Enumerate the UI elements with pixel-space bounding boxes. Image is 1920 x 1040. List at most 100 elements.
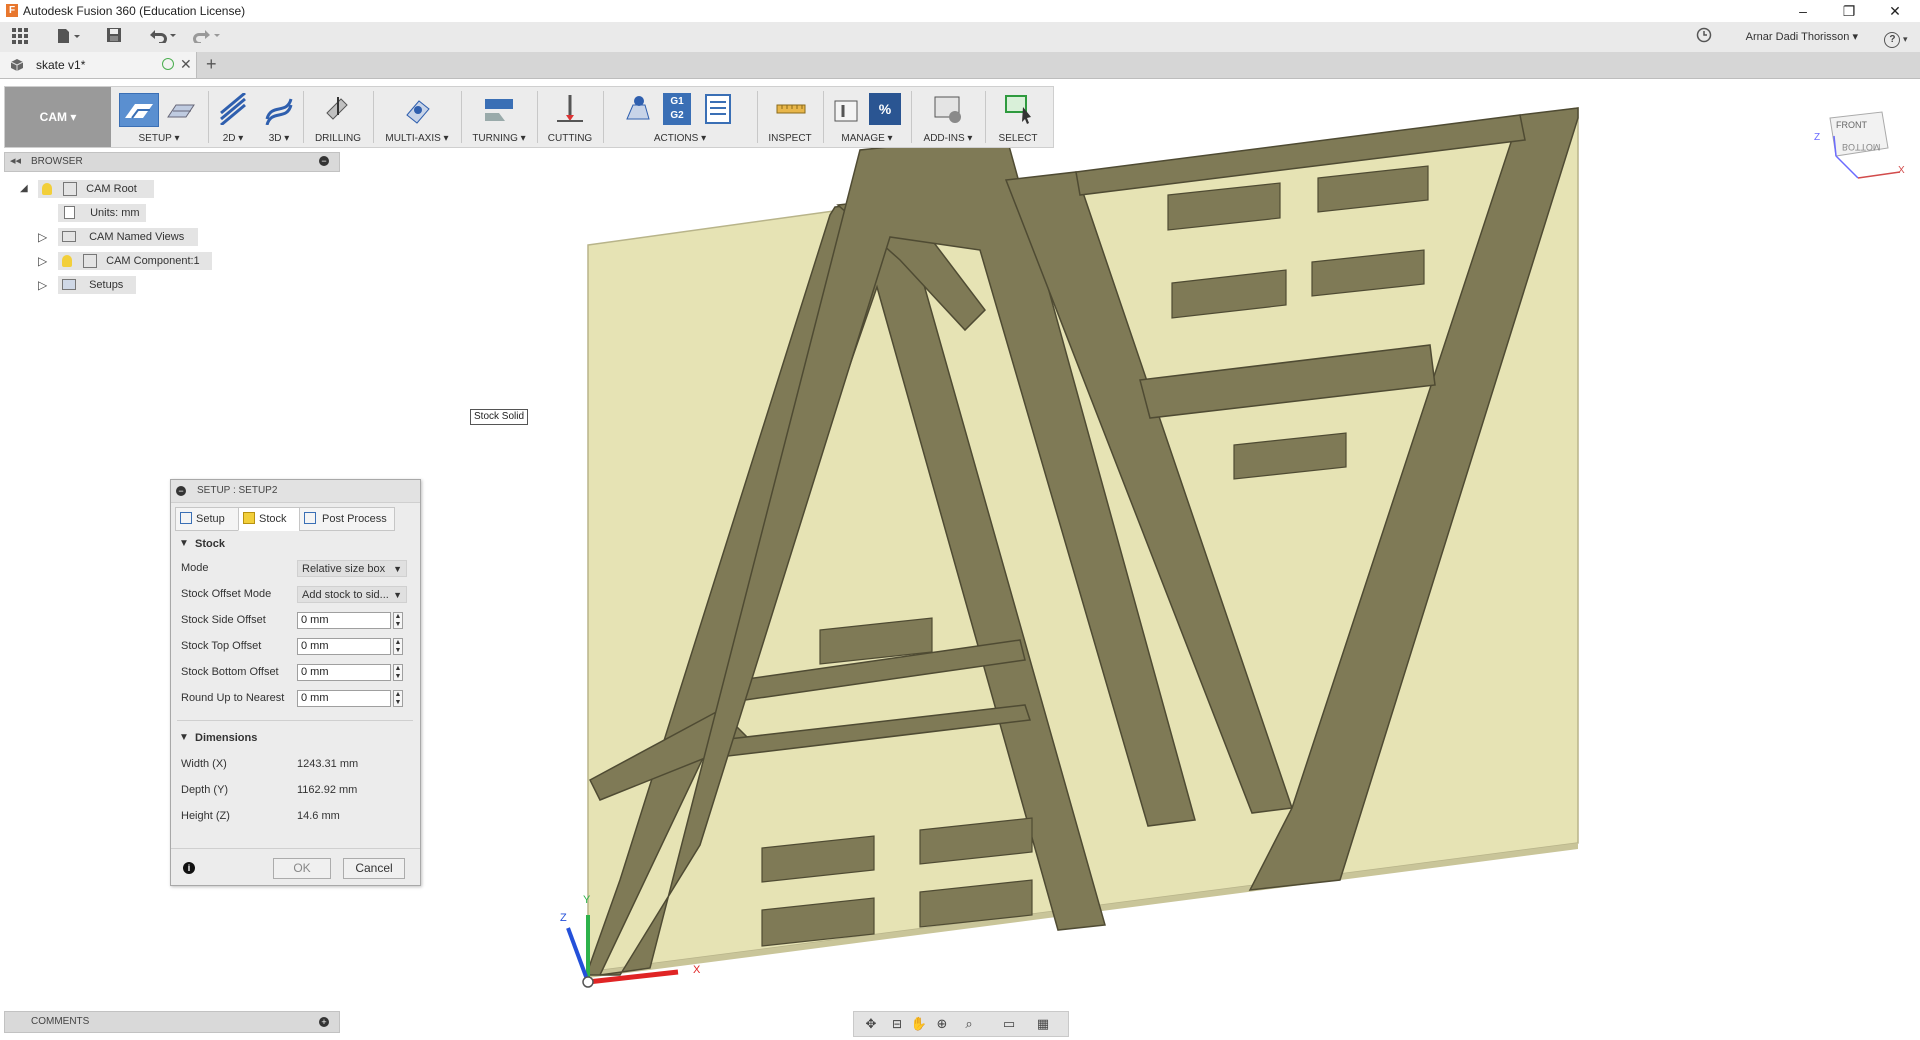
tree-node-units[interactable]: Units: mm [58,204,146,222]
2d-group[interactable]: 2D ▾ [211,87,255,147]
job-status-clock-icon[interactable] [1694,27,1714,47]
stock-top-offset-input[interactable]: 0 mm [297,638,391,655]
minimize-button[interactable]: – [1780,0,1826,22]
document-tab[interactable]: skate v1* ✕ [0,52,197,78]
cancel-button[interactable]: Cancel [343,858,405,879]
3d-group[interactable]: 3D ▾ [257,87,301,147]
mode-select[interactable]: Relative size box ▼ [297,560,407,577]
browser-header[interactable]: ◂◂ BROWSER − [4,152,340,172]
multi-axis-group[interactable]: MULTI-AXIS ▾ [375,87,459,147]
data-panel-grid-icon[interactable] [10,27,30,47]
tab-setup[interactable]: Setup [175,507,239,531]
ribbon-separator [461,91,462,143]
tree-row-component[interactable]: ▷ CAM Component:1 [18,252,318,270]
tab-stock[interactable]: Stock [238,507,300,531]
ribbon-separator [985,91,986,143]
manage-group[interactable]: % MANAGE ▾ [825,87,909,147]
viewcube-front-face[interactable]: FRONT [1836,120,1867,130]
comments-expand-icon[interactable]: + [319,1017,329,1027]
tree-collapsed-icon[interactable]: ▷ [38,278,47,292]
measure-icon[interactable] [775,93,807,125]
stock-side-offset-label: Stock Side Offset [181,614,266,626]
post-process-g1g2-icon[interactable]: G1 G2 [663,93,691,125]
drilling-group[interactable]: DRILLING [305,87,371,147]
comments-panel[interactable]: COMMENTS + [4,1011,340,1033]
stock-bottom-offset-spinner[interactable]: ▲ ▼ [393,664,403,681]
tree-row-cam-root[interactable]: ◢ CAM Root [18,180,318,198]
stock-top-offset-spinner[interactable]: ▲ ▼ [393,638,403,655]
ok-button[interactable]: OK [273,858,331,879]
round-up-spinner[interactable]: ▲ ▼ [393,690,403,707]
inspect-group[interactable]: INSPECT [759,87,821,147]
pan-hand-icon[interactable]: ✋ [910,1016,928,1032]
tree-node-setups[interactable]: Setups [58,276,136,294]
redo-icon[interactable] [188,27,224,47]
tree-row-units[interactable]: Units: mm [18,204,318,222]
lightbulb-icon[interactable] [62,255,72,267]
tree-row-setups[interactable]: ▷ Setups [18,276,318,294]
round-up-input[interactable]: 0 mm [297,690,391,707]
user-account-menu[interactable]: Arnar Dadi Thorisson ▾ [1746,30,1858,43]
tree-row-named-views[interactable]: ▷ CAM Named Views [18,228,318,246]
dialog-header[interactable]: − SETUP : SETUP2 [171,480,420,503]
fit-zoom-icon[interactable]: ⌕ [956,1016,982,1032]
tree-collapsed-icon[interactable]: ▷ [38,230,47,244]
new-setup-icon[interactable] [119,93,159,127]
restore-button[interactable]: ❐ [1826,0,1872,22]
setup-group[interactable]: SETUP ▾ [113,87,205,147]
tree-node-component[interactable]: CAM Component:1 [58,252,212,270]
turning-group[interactable]: TURNING ▾ [463,87,535,147]
workspace-switcher[interactable]: CAM ▾ [5,87,111,147]
viewcube-bottom-face[interactable]: BOTTOM [1842,142,1880,152]
3d-adaptive-icon[interactable] [263,93,295,126]
add-ins-group[interactable]: ADD-INS ▾ [913,87,983,147]
cutting-group[interactable]: CUTTING [539,87,601,147]
setup-sheet-list-icon[interactable] [703,93,733,125]
browser-pin-icon[interactable]: − [319,156,329,166]
close-tab-icon[interactable]: ✕ [180,56,192,73]
2d-pocket-icon[interactable] [217,91,249,127]
viewcube[interactable]: FRONT BOTTOM Z X [1810,108,1910,188]
orbit-icon[interactable]: ✥ [860,1016,882,1032]
save-icon[interactable] [104,27,124,47]
close-button[interactable]: ✕ [1872,0,1918,22]
select-arrow-icon[interactable] [1003,93,1035,125]
look-at-icon[interactable]: ⊟ [888,1016,906,1032]
grid-settings-icon[interactable]: ▦ [1028,1016,1058,1032]
2d-group-label: 2D ▾ [222,133,244,144]
info-icon[interactable]: i [183,862,195,874]
tree-node-cam-root[interactable]: CAM Root [38,180,154,198]
stock-offset-mode-select[interactable]: Add stock to sid... ▼ [297,586,407,603]
scripts-add-ins-icon[interactable] [933,93,963,125]
stock-section-toggle-icon[interactable]: ▼ [179,538,189,549]
simulate-icon[interactable] [621,93,653,125]
dialog-collapse-icon[interactable]: − [176,486,186,496]
tree-node-named-views[interactable]: CAM Named Views [58,228,198,246]
drill-icon[interactable] [321,93,355,125]
new-tab-button[interactable]: + [206,54,217,75]
lightbulb-icon[interactable] [42,183,52,195]
tab-post-process[interactable]: Post Process [299,507,395,531]
turning-icon[interactable] [483,93,515,125]
file-menu-icon[interactable] [54,27,84,47]
multi-axis-icon[interactable] [401,93,435,125]
stock-bottom-offset-input[interactable]: 0 mm [297,664,391,681]
tree-label: Units: mm [90,207,140,219]
cutting-icon[interactable] [555,93,585,125]
select-group[interactable]: SELECT [987,87,1049,147]
stock-side-offset-spinner[interactable]: ▲ ▼ [393,612,403,629]
template-library-icon[interactable]: % [869,93,901,125]
dimensions-section-toggle-icon[interactable]: ▼ [179,732,189,743]
help-button[interactable]: ? ▾ [1880,27,1912,48]
setup-sheet-icon[interactable] [165,93,199,125]
undo-icon[interactable] [144,27,180,47]
stock-side-offset-input[interactable]: 0 mm [297,612,391,629]
actions-group[interactable]: G1 G2 ACTIONS ▾ [605,87,755,147]
tool-library-icon[interactable] [831,93,861,125]
zoom-icon[interactable]: ⊕ [932,1016,952,1032]
collapse-browser-icon[interactable]: ◂◂ [10,154,21,167]
tree-expanded-icon[interactable]: ◢ [20,183,28,194]
tree-collapsed-icon[interactable]: ▷ [38,254,47,268]
display-settings-icon[interactable]: ▭ [994,1016,1024,1032]
tab-post-process-label: Post Process [322,513,387,525]
